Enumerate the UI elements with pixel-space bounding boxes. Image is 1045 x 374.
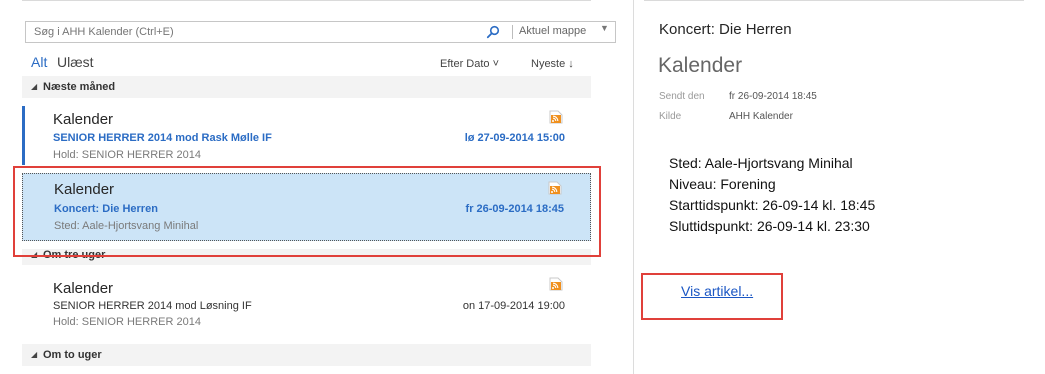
message-list-pane: Aktuel mappe ▼ Alt Ulæst Efter Dato ˅ Ny…	[0, 0, 633, 374]
group-header-next-month[interactable]: ◢ Næste måned	[22, 76, 591, 98]
item-subject: SENIOR HERRER 2014 mod Rask Mølle IF	[53, 132, 272, 144]
item-subject: SENIOR HERRER 2014 mod Løsning IF	[53, 300, 252, 312]
body-line-location: Sted: Aale-Hjortsvang Minihal	[669, 155, 853, 171]
source-label: Kilde	[659, 111, 682, 122]
item-sender: Kalender	[53, 111, 114, 128]
item-date: lø 27-09-2014 15:00	[464, 132, 565, 144]
filter-all-tab[interactable]: Alt	[31, 54, 47, 70]
top-edge-line	[22, 0, 591, 6]
search-scope-dropdown[interactable]: Aktuel mappe	[519, 25, 586, 37]
search-box[interactable]: Aktuel mappe ▼	[25, 21, 616, 43]
search-icon[interactable]	[486, 25, 500, 39]
sent-label: Sendt den	[659, 91, 705, 102]
collapse-triangle-icon[interactable]: ◢	[31, 350, 37, 359]
filter-unread-tab[interactable]: Ulæst	[57, 54, 94, 70]
body-line-end-time: Sluttidspunkt: 26-09-14 kl. 23:30	[669, 218, 870, 234]
group-header-in-two-weeks[interactable]: ◢ Om to uger	[22, 344, 591, 366]
top-edge-line	[644, 0, 1024, 6]
item-date: on 17-09-2014 19:00	[462, 300, 565, 312]
rss-feed-icon	[549, 277, 563, 291]
body-line-level: Niveau: Forening	[669, 176, 776, 192]
collapse-triangle-icon[interactable]: ◢	[31, 82, 37, 91]
reading-folder-title: Kalender	[658, 54, 743, 77]
sent-value: fr 26-09-2014 18:45	[729, 91, 817, 102]
group-label: Næste måned	[43, 81, 116, 93]
rss-feed-icon	[549, 110, 563, 124]
group-label: Om to uger	[43, 349, 102, 361]
highlight-annotation-box	[641, 273, 783, 320]
item-preview: Hold: SENIOR HERRER 2014	[53, 316, 201, 328]
search-input[interactable]	[26, 22, 486, 42]
highlight-annotation-box	[13, 166, 601, 257]
chevron-down-icon[interactable]: ▼	[600, 23, 609, 33]
unread-indicator-bar	[22, 106, 25, 165]
search-separator	[512, 25, 513, 39]
list-item[interactable]: Kalender SENIOR HERRER 2014 mod Løsning …	[22, 268, 591, 330]
sort-order-button[interactable]: Nyeste ↓	[531, 58, 574, 70]
item-sender: Kalender	[53, 280, 114, 297]
reading-subject: Koncert: Die Herren	[659, 21, 792, 38]
sort-by-date-button[interactable]: Efter Dato ˅	[440, 58, 499, 70]
source-value: AHH Kalender	[729, 111, 793, 122]
reading-pane: Koncert: Die Herren Kalender Sendt den f…	[634, 0, 1045, 374]
list-item[interactable]: Kalender SENIOR HERRER 2014 mod Rask Møl…	[22, 106, 591, 165]
body-line-start-time: Starttidspunkt: 26-09-14 kl. 18:45	[669, 197, 876, 213]
item-preview: Hold: SENIOR HERRER 2014	[53, 149, 201, 161]
